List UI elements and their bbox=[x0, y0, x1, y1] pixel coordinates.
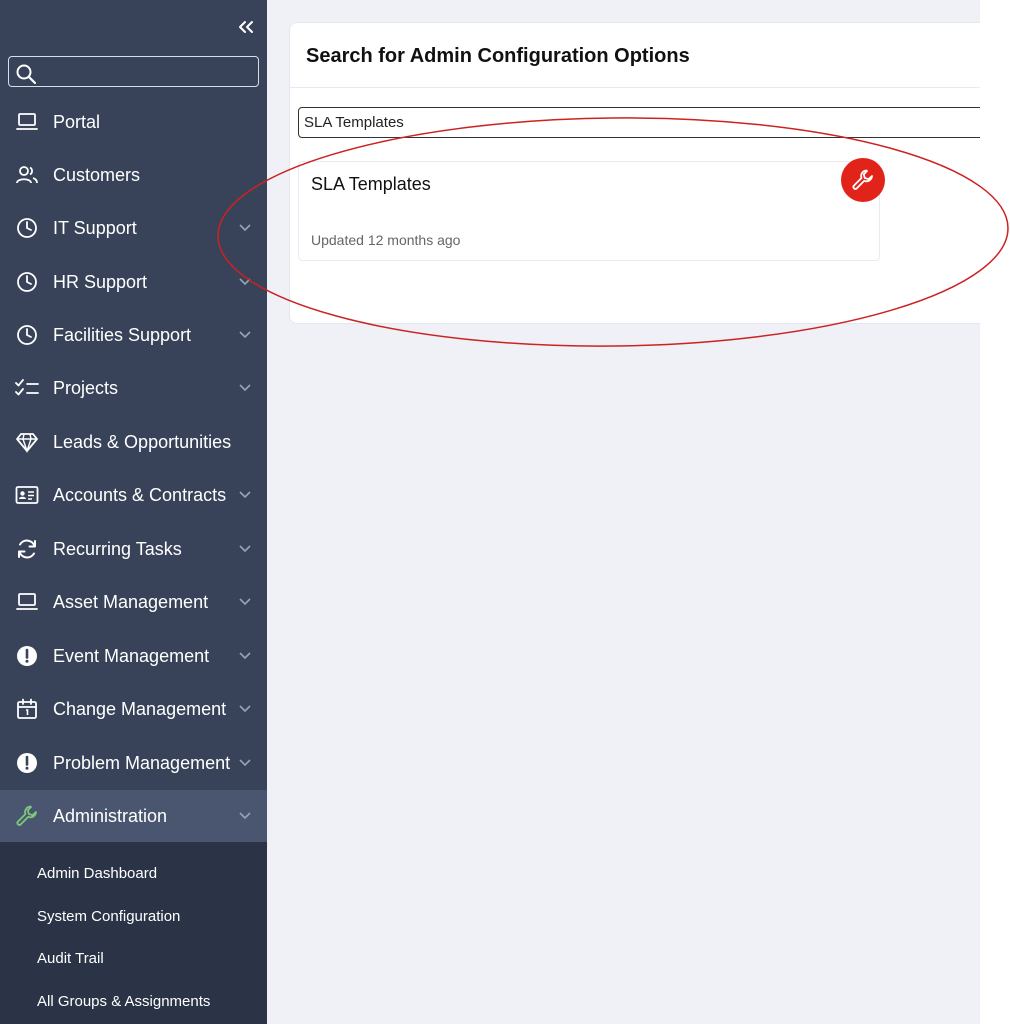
result-title: SLA Templates bbox=[311, 174, 431, 194]
sidebar-item-facilities-support[interactable]: Facilities Support bbox=[0, 310, 267, 360]
sidebar-item-label: Leads & Opportunities bbox=[53, 431, 232, 452]
wrench-icon bbox=[852, 169, 873, 190]
submenu-item-admin-dashboard[interactable]: Admin Dashboard bbox=[37, 865, 157, 882]
admin-search-input[interactable] bbox=[298, 107, 980, 138]
sidebar-item-event-management[interactable]: Event Management bbox=[0, 631, 267, 681]
wrench-icon bbox=[15, 804, 39, 828]
diamond-icon bbox=[15, 430, 39, 454]
submenu-item-audit-trail[interactable]: Audit Trail bbox=[37, 950, 104, 967]
sidebar: Portal Customers IT Support HR Support F… bbox=[0, 0, 267, 1024]
administration-submenu: Admin Dashboard System Configuration Aud… bbox=[0, 842, 267, 1024]
sidebar-item-recurring-tasks[interactable]: Recurring Tasks bbox=[0, 524, 267, 574]
sidebar-item-label: Projects bbox=[53, 377, 119, 398]
exclamation-circle-icon bbox=[15, 644, 39, 668]
sidebar-item-customers[interactable]: Customers bbox=[0, 150, 267, 200]
exclamation-circle-icon bbox=[15, 751, 39, 775]
refresh-icon bbox=[15, 537, 39, 561]
chevron-down-icon bbox=[239, 331, 251, 339]
sidebar-item-problem-management[interactable]: Problem Management bbox=[0, 738, 267, 788]
chevron-down-icon bbox=[239, 545, 251, 553]
chevron-down-icon bbox=[239, 705, 251, 713]
sidebar-item-projects[interactable]: Projects bbox=[0, 363, 267, 413]
sidebar-item-label: HR Support bbox=[53, 271, 148, 292]
search-icon bbox=[16, 64, 37, 85]
sidebar-item-label: Recurring Tasks bbox=[53, 538, 182, 559]
sidebar-item-it-support[interactable]: IT Support bbox=[0, 203, 267, 253]
panel-title: Search for Admin Configuration Options bbox=[306, 45, 690, 67]
id-card-icon bbox=[15, 483, 39, 507]
sidebar-search-input[interactable] bbox=[8, 56, 259, 87]
collapse-sidebar-button[interactable] bbox=[236, 19, 256, 35]
double-chevron-left-icon bbox=[239, 21, 253, 33]
sidebar-item-label: IT Support bbox=[53, 217, 137, 238]
chevron-down-icon bbox=[239, 224, 251, 232]
sidebar-item-label: Portal bbox=[53, 111, 101, 132]
sidebar-item-hr-support[interactable]: HR Support bbox=[0, 257, 267, 307]
result-updated-time: Updated 12 months ago bbox=[311, 232, 461, 248]
admin-search-panel: Search for Admin Configuration Options S… bbox=[289, 22, 980, 324]
chevron-down-icon bbox=[239, 491, 251, 499]
sidebar-item-label: Customers bbox=[53, 164, 141, 185]
main-content: Search for Admin Configuration Options S… bbox=[267, 0, 980, 1024]
wrench-badge bbox=[841, 158, 885, 202]
page-edge bbox=[980, 0, 1010, 1024]
chevron-down-icon bbox=[239, 652, 251, 660]
clock-icon bbox=[15, 216, 39, 240]
submenu-item-all-groups-assignments[interactable]: All Groups & Assignments bbox=[37, 993, 210, 1010]
calendar-icon bbox=[15, 697, 39, 721]
sidebar-item-asset-management[interactable]: Asset Management bbox=[0, 577, 267, 627]
sidebar-item-administration[interactable]: Administration bbox=[0, 790, 267, 842]
laptop-icon bbox=[15, 590, 39, 614]
chevron-down-icon bbox=[239, 278, 251, 286]
laptop-icon bbox=[15, 110, 39, 134]
sidebar-item-portal[interactable]: Portal bbox=[0, 97, 267, 147]
sidebar-item-leads-opportunities[interactable]: Leads & Opportunities bbox=[0, 417, 267, 467]
sidebar-item-label: Accounts & Contracts bbox=[53, 484, 227, 505]
sidebar-item-change-management[interactable]: Change Management bbox=[0, 684, 267, 734]
clock-icon bbox=[15, 323, 39, 347]
sidebar-item-label: Problem Management bbox=[53, 752, 231, 773]
sidebar-item-label: Administration bbox=[53, 805, 168, 826]
users-icon bbox=[15, 163, 39, 187]
sidebar-item-label: Facilities Support bbox=[53, 324, 192, 345]
sidebar-item-label: Change Management bbox=[53, 698, 227, 719]
submenu-item-system-configuration[interactable]: System Configuration bbox=[37, 908, 180, 925]
sidebar-item-label: Event Management bbox=[53, 645, 210, 666]
sidebar-item-accounts-contracts[interactable]: Accounts & Contracts bbox=[0, 470, 267, 520]
sidebar-item-label: Asset Management bbox=[53, 591, 209, 612]
chevron-down-icon bbox=[239, 598, 251, 606]
result-card[interactable]: SLA Templates Updated 12 months ago bbox=[298, 158, 885, 261]
chevron-down-icon bbox=[239, 759, 251, 767]
checklist-icon bbox=[15, 376, 39, 400]
chevron-down-icon bbox=[239, 384, 251, 392]
chevron-down-icon bbox=[239, 812, 251, 820]
panel-divider bbox=[290, 87, 980, 88]
clock-icon bbox=[15, 270, 39, 294]
